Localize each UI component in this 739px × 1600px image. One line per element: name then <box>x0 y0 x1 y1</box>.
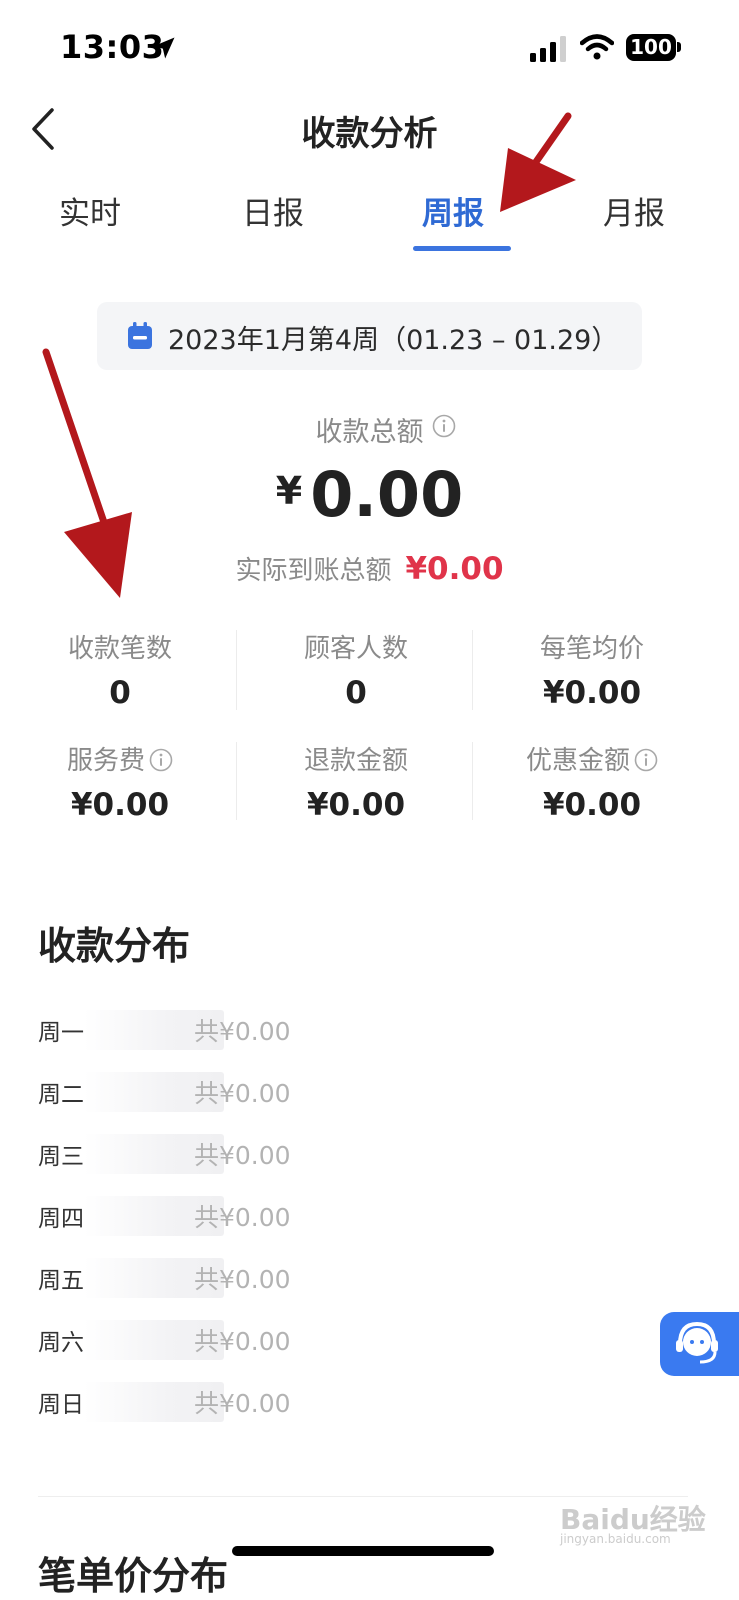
date-range-text[interactable]: 2023年1月第4周（01.23 – 01.29） <box>168 318 618 357</box>
day-sum: 共¥0.00 <box>194 1389 291 1418</box>
stat-label-wrap: 服务费 <box>0 740 240 777</box>
stat-value: 0 <box>345 675 367 711</box>
day-sum: 共¥0.00 <box>194 1203 291 1232</box>
day-sum: 共¥0.00 <box>194 1327 291 1356</box>
stat-value: ¥0.00 <box>306 787 406 823</box>
stat-refund-amount: 退款金额 ¥0.00 <box>236 740 476 823</box>
wifi-icon <box>580 34 614 60</box>
day-label: 周一 <box>38 1020 84 1046</box>
day-sum: 共¥0.00 <box>194 1079 291 1108</box>
customer-service-button[interactable] <box>660 1312 739 1376</box>
section-title-distribution: 收款分布 <box>38 924 191 968</box>
stat-value: ¥0.00 <box>542 675 642 711</box>
distribution-row: 周四 共¥0.00 <box>38 1196 358 1236</box>
cellular-signal-icon <box>530 36 566 62</box>
watermark-url: jingyan.baidu.com <box>560 1532 671 1546</box>
stat-value: ¥0.00 <box>542 787 642 823</box>
location-arrow-icon <box>153 37 175 59</box>
distribution-row: 周日 共¥0.00 <box>38 1382 358 1422</box>
page-title: 收款分析 <box>301 114 438 154</box>
total-amount-value: 0.00 <box>310 458 464 531</box>
stat-payment-count: 收款笔数 0 <box>0 628 240 711</box>
distribution-row: 周一 共¥0.00 <box>38 1010 358 1050</box>
stat-label: 顾客人数 <box>303 634 408 664</box>
home-indicator <box>232 1546 494 1556</box>
day-label: 周四 <box>38 1206 84 1232</box>
stat-service-fee: 服务费 ¥0.00 <box>0 740 240 823</box>
day-sum: 共¥0.00 <box>194 1017 291 1046</box>
stat-label-wrap: 优惠金额 <box>472 740 712 777</box>
arrived-total-value: ¥0.00 <box>405 551 504 587</box>
battery-indicator: 100 <box>626 34 676 61</box>
info-icon[interactable] <box>634 748 658 772</box>
calendar-icon <box>128 322 152 349</box>
total-amount-label: 收款总额 <box>315 417 424 448</box>
day-label: 周六 <box>38 1330 84 1356</box>
stat-label: 优惠金额 <box>525 746 630 776</box>
total-amount: ¥0.00 <box>0 458 739 531</box>
stat-label: 服务费 <box>66 746 145 776</box>
day-label: 周五 <box>38 1268 84 1294</box>
stat-value: ¥0.00 <box>70 787 170 823</box>
distribution-row: 周三 共¥0.00 <box>38 1134 358 1174</box>
currency-symbol: ¥ <box>275 469 303 513</box>
tab-daily[interactable]: 日报 <box>198 188 348 233</box>
tab-weekly[interactable]: 周报 <box>378 188 528 233</box>
section-title-unit-price: 笔单价分布 <box>38 1554 229 1598</box>
stat-value: 0 <box>109 675 131 711</box>
stat-average-price: 每笔均价 ¥0.00 <box>472 628 712 711</box>
day-sum: 共¥0.00 <box>194 1141 291 1170</box>
distribution-row: 周五 共¥0.00 <box>38 1258 358 1298</box>
distribution-row: 周六 共¥0.00 <box>38 1320 358 1360</box>
day-label: 周二 <box>38 1082 84 1108</box>
section-divider <box>38 1496 688 1497</box>
tab-monthly[interactable]: 月报 <box>559 188 709 233</box>
battery-cap <box>677 42 681 52</box>
headset-icon <box>676 1321 718 1364</box>
day-label: 周日 <box>38 1392 84 1418</box>
active-tab-indicator <box>413 246 511 251</box>
day-label: 周三 <box>38 1144 84 1170</box>
info-icon[interactable] <box>149 748 173 772</box>
tab-realtime[interactable]: 实时 <box>15 188 165 233</box>
arrived-total-label: 实际到账总额 <box>235 556 392 586</box>
info-icon[interactable] <box>432 414 456 438</box>
stat-label: 每笔均价 <box>539 634 644 664</box>
arrived-total: 实际到账总额 ¥0.00 <box>0 550 739 587</box>
stat-label: 收款笔数 <box>67 634 172 664</box>
stat-discount-amount: 优惠金额 ¥0.00 <box>472 740 712 823</box>
distribution-row: 周二 共¥0.00 <box>38 1072 358 1112</box>
day-sum: 共¥0.00 <box>194 1265 291 1294</box>
status-time: 13:03 <box>60 28 165 66</box>
stat-customer-count: 顾客人数 0 <box>236 628 476 711</box>
stat-label: 退款金额 <box>303 746 408 776</box>
